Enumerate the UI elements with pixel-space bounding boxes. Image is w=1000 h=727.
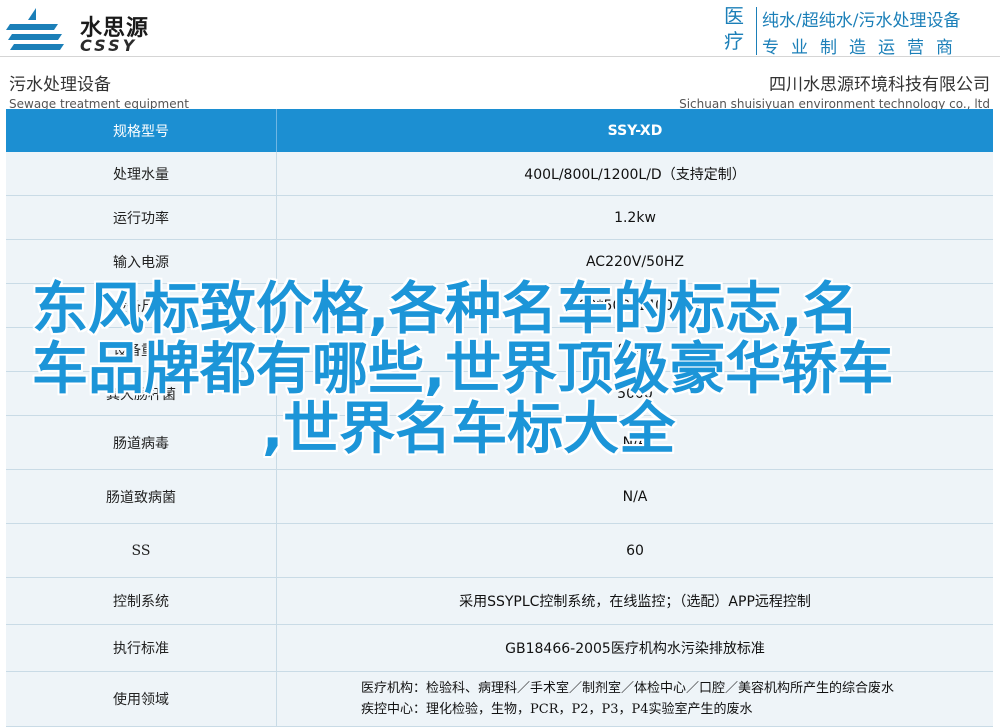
row-key: 运行功率 bbox=[6, 196, 277, 239]
row-value: AC220V/50HZ bbox=[585, 253, 685, 270]
table-row: 使用领域 医疗机构：检验科、病理科／手术室／制剂室／体检中心／口腔／美容机构所产… bbox=[6, 672, 993, 727]
slogan-divider bbox=[756, 7, 757, 55]
slogan-line1: 纯水/超纯水/污水处理设备 bbox=[762, 11, 961, 31]
product-category-cn: 污水处理设备 bbox=[9, 75, 111, 95]
water-drop-logo-icon bbox=[6, 8, 64, 50]
row-value: N/A bbox=[622, 488, 648, 505]
table-row: 粪大肠杆菌 5000 bbox=[6, 372, 993, 416]
table-row: 设备重量 80kg bbox=[6, 328, 993, 372]
slogan-badge: 医疗 bbox=[724, 4, 744, 53]
company-name-cn: 四川水思源环境科技有限公司 bbox=[769, 75, 990, 95]
row-key: 处理水量 bbox=[6, 152, 277, 195]
brand-name-en: CSSY bbox=[80, 36, 138, 55]
table-row: 控制系统 采用SSYPLC控制系统，在线监控；（选配）APP远程控制 bbox=[6, 578, 993, 625]
table-row: 输入电源 AC220V/50HZ bbox=[6, 240, 993, 284]
row-key: 执行标准 bbox=[6, 625, 277, 671]
slogan-line2: 专业制造运营商 bbox=[762, 38, 965, 58]
row-key: 控制系统 bbox=[6, 578, 277, 624]
spec-table: 规格型号 SSY-XD 处理水量 400L/800L/1200L/D（支持定制）… bbox=[6, 109, 993, 727]
row-value: 680*500*1400mm bbox=[569, 297, 701, 314]
row-value: 400L/800L/1200L/D（支持定制） bbox=[524, 166, 746, 183]
table-row: 处理水量 400L/800L/1200L/D（支持定制） bbox=[6, 152, 993, 196]
table-row: 运行功率 1.2kw bbox=[6, 196, 993, 240]
row-value: N/A bbox=[622, 434, 648, 451]
product-category: 污水处理设备 Sewage treatment equipment bbox=[9, 70, 189, 111]
table-header-key: 规格型号 bbox=[6, 109, 277, 152]
row-value: 采用SSYPLC控制系统，在线监控；（选配）APP远程控制 bbox=[459, 594, 811, 610]
header-divider bbox=[0, 56, 1000, 57]
table-row: SS 60 bbox=[6, 524, 993, 578]
row-value: GB18466-2005医疗机构水污染排放标准 bbox=[505, 641, 765, 657]
table-header-row: 规格型号 SSY-XD bbox=[6, 109, 993, 152]
usage-line-cdc: 疾控中心：理化检验，生物，PCR，P2，P3，P4实验室产生的废水 bbox=[361, 702, 753, 717]
slogan: 医疗 纯水/超纯水/污水处理设备 专业制造运营商 bbox=[724, 4, 996, 58]
row-key: 肠道致病菌 bbox=[6, 470, 277, 523]
company-name: 四川水思源环境科技有限公司 Sichuan shuisiyuan environ… bbox=[679, 70, 990, 111]
row-key: 输入电源 bbox=[6, 240, 277, 283]
table-row: 肠道病毒 N/A bbox=[6, 416, 993, 470]
row-key: 粪大肠杆菌 bbox=[6, 372, 277, 415]
row-value: 60 bbox=[626, 542, 644, 559]
table-header-value: SSY-XD bbox=[607, 122, 663, 139]
row-value: 80kg bbox=[617, 341, 653, 358]
row-key: 设备重量 bbox=[6, 328, 277, 371]
row-value: 5000 bbox=[617, 385, 653, 402]
row-key: 肠道病毒 bbox=[6, 416, 277, 469]
row-key: SS bbox=[6, 524, 277, 577]
table-row: 执行标准 GB18466-2005医疗机构水污染排放标准 bbox=[6, 625, 993, 672]
table-row: 肠道致病菌 N/A bbox=[6, 470, 993, 524]
brand-logo: 水思源 CSSY bbox=[6, 4, 206, 60]
table-row: 设备尺寸 680*500*1400mm bbox=[6, 284, 993, 328]
usage-line-medical: 医疗机构：检验科、病理科／手术室／制剂室／体检中心／口腔／美容机构所产生的综合废… bbox=[361, 681, 895, 696]
row-value: 1.2kw bbox=[614, 209, 656, 226]
row-key: 设备尺寸 bbox=[6, 284, 277, 327]
